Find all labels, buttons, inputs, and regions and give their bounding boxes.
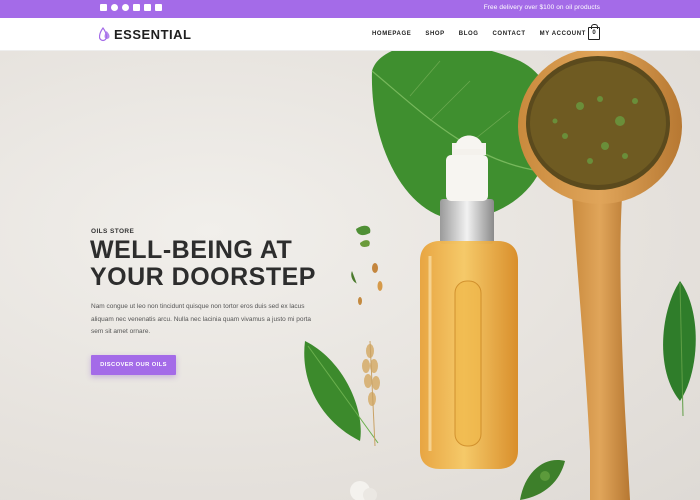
- social-links: [100, 4, 162, 11]
- rss-icon[interactable]: [155, 4, 162, 11]
- cart-count: 0: [592, 30, 596, 36]
- promo-bar: Free delivery over $100 on oil products: [0, 0, 700, 18]
- logo-drop-icon: [99, 27, 110, 42]
- logo[interactable]: ESSENTIAL: [99, 27, 191, 42]
- hero-eyebrow: OILS STORE: [91, 228, 135, 235]
- hero-body: Nam congue ut leo non tincidunt quisque …: [91, 303, 312, 335]
- site-header: ESSENTIAL HOMEPAGE SHOP BLOG CONTACT MY …: [0, 18, 700, 51]
- discover-oils-button[interactable]: DISCOVER OUR OILS: [91, 355, 176, 375]
- pinterest-icon[interactable]: [122, 4, 129, 11]
- nav-shop[interactable]: SHOP: [425, 31, 444, 37]
- nav-my-account[interactable]: MY ACCOUNT: [540, 31, 586, 37]
- cart-button[interactable]: 0: [588, 24, 600, 40]
- nav-homepage[interactable]: HOMEPAGE: [372, 31, 411, 37]
- logo-text: ESSENTIAL: [114, 27, 192, 42]
- email-icon[interactable]: [100, 4, 107, 11]
- nav-contact[interactable]: CONTACT: [493, 31, 526, 37]
- linkedin-icon[interactable]: [144, 4, 151, 11]
- promo-text: Free delivery over $100 on oil products: [483, 4, 600, 11]
- nav-blog[interactable]: BLOG: [459, 31, 479, 37]
- facebook-icon[interactable]: [111, 4, 118, 11]
- instagram-icon[interactable]: [133, 4, 140, 11]
- hero-section: OILS STORE WELL-BEING AT YOUR DOORSTEP N…: [0, 51, 700, 500]
- main-nav: HOMEPAGE SHOP BLOG CONTACT MY ACCOUNT: [372, 31, 586, 37]
- hero-headline: WELL-BEING AT YOUR DOORSTEP: [90, 236, 316, 291]
